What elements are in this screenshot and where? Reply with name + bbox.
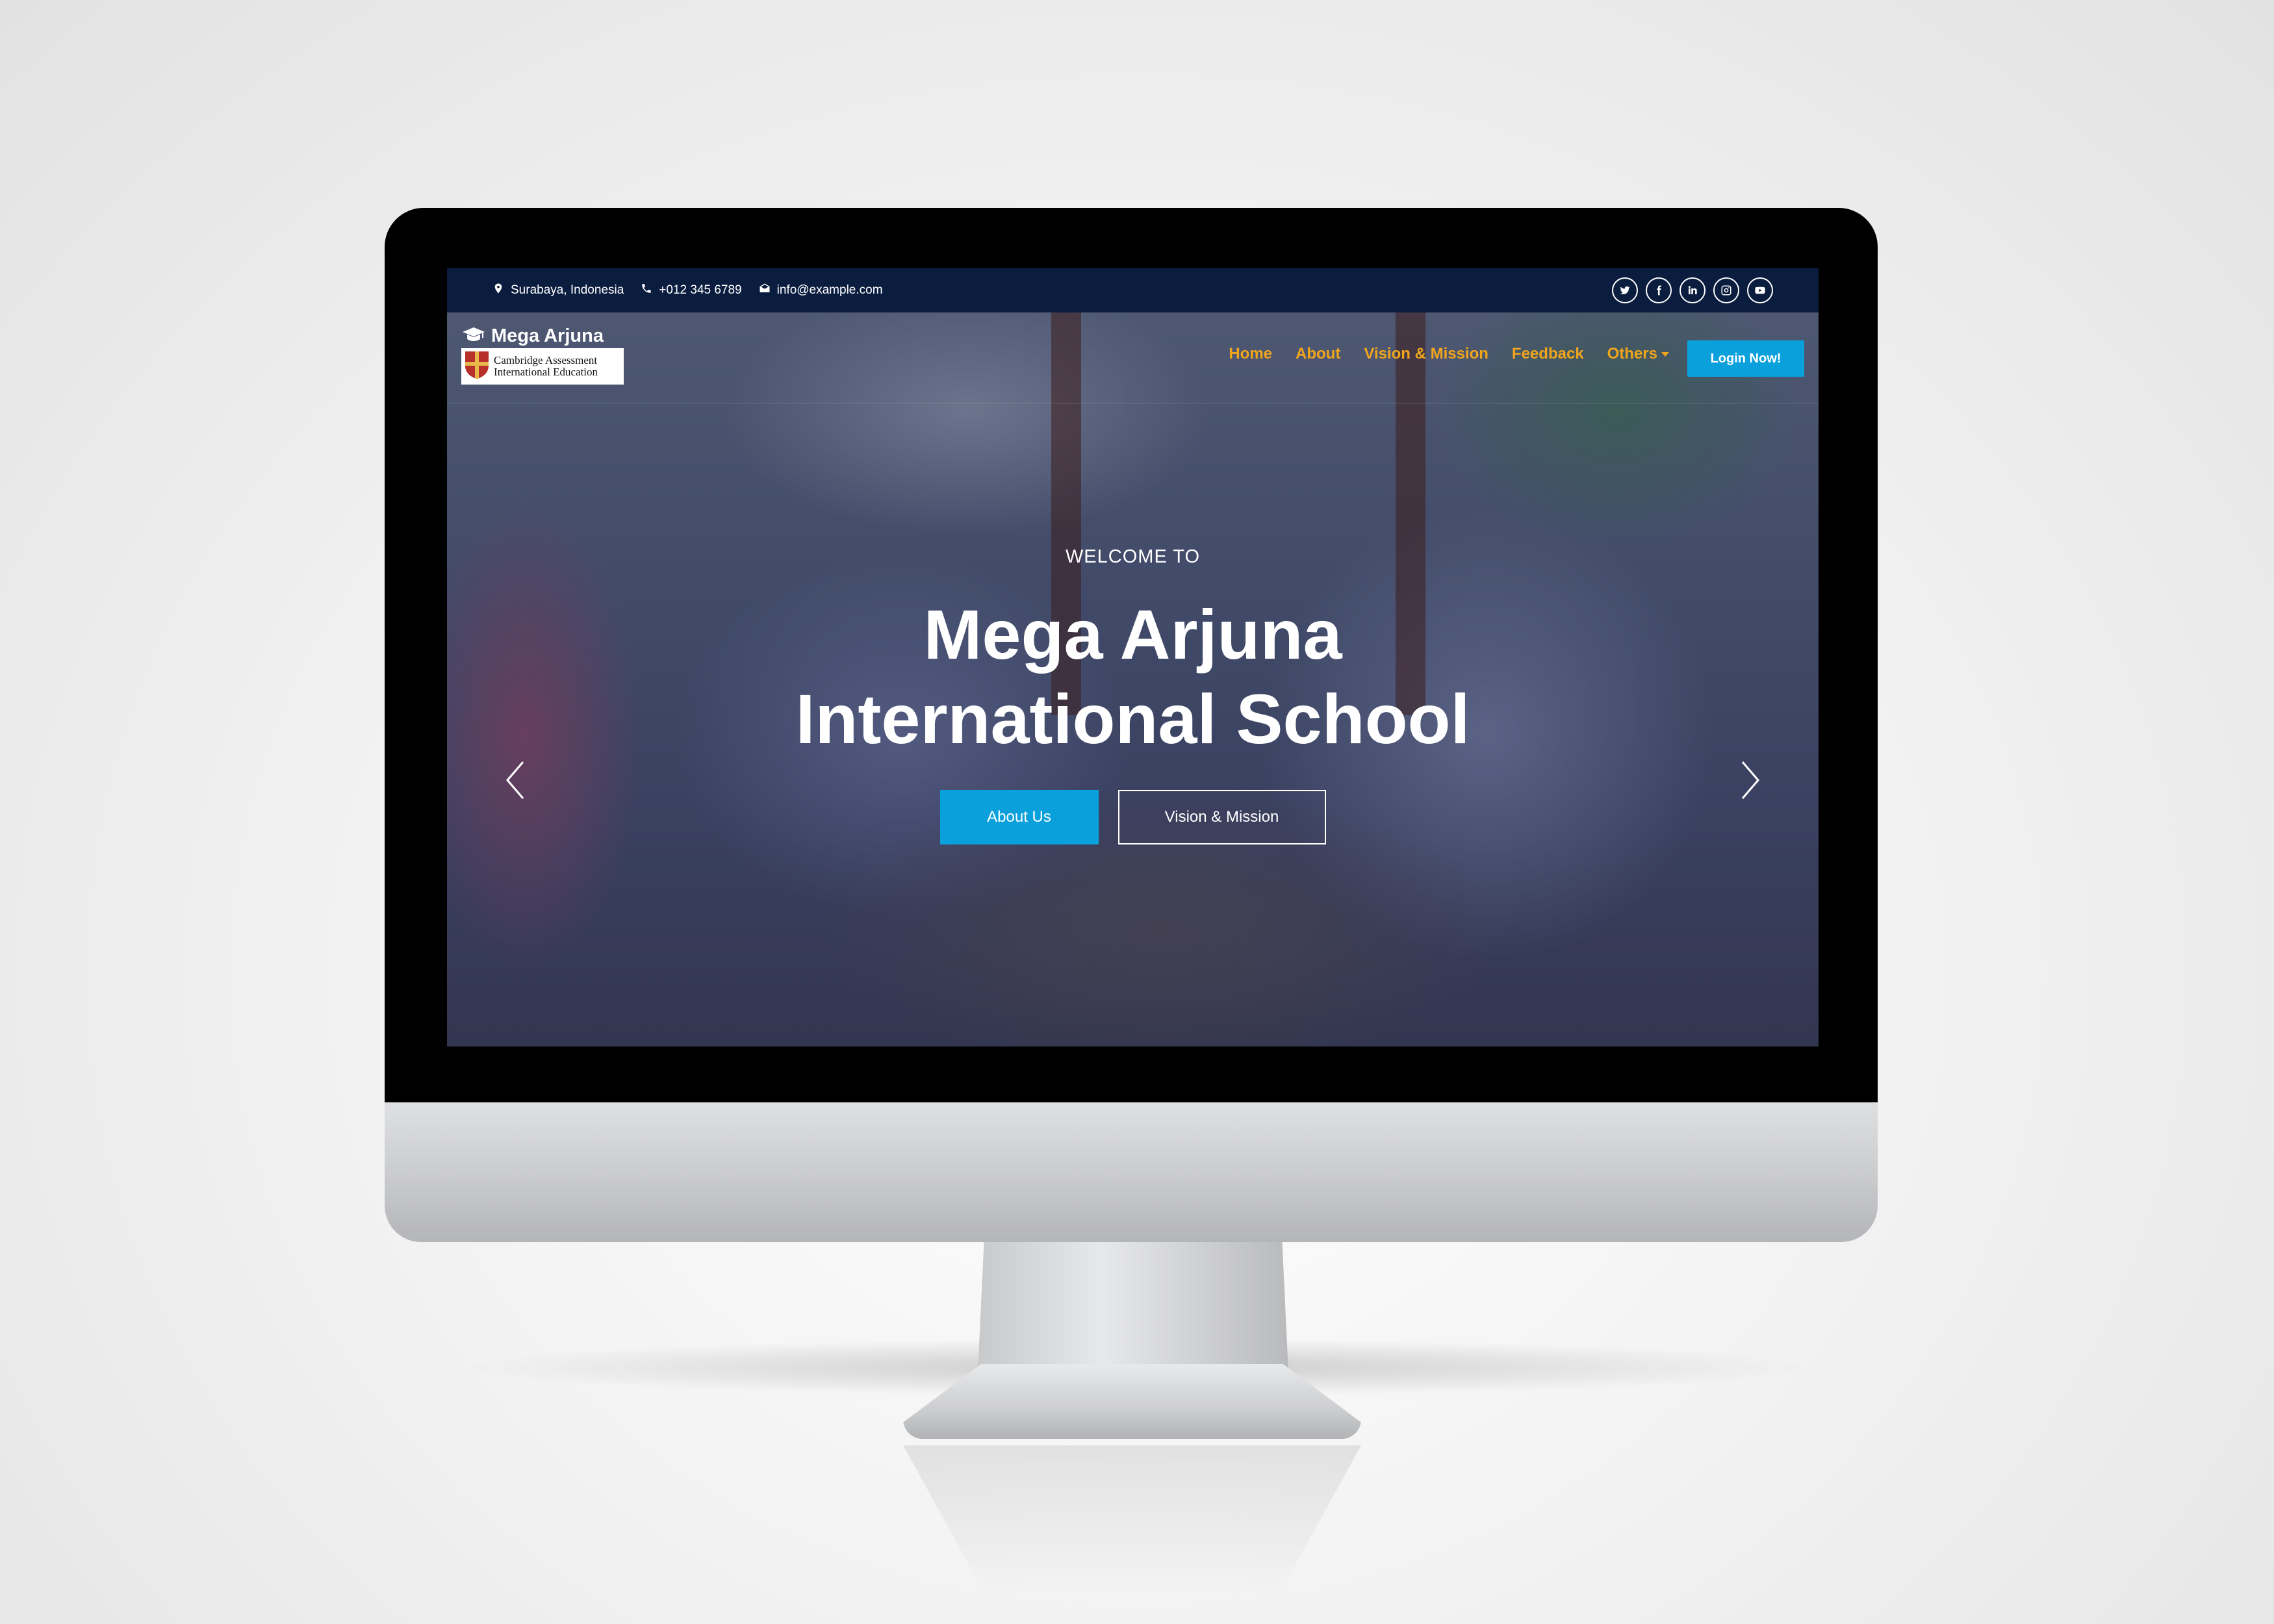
hero-title-line1: Mega Arjuna bbox=[923, 595, 1342, 674]
about-us-button[interactable]: About Us bbox=[939, 790, 1099, 844]
nav-item-vision-mission[interactable]: Vision & Mission bbox=[1364, 345, 1488, 363]
linkedin-icon[interactable] bbox=[1680, 277, 1706, 303]
hero-title: Mega Arjuna International School bbox=[447, 592, 1819, 761]
nav-menu: Home About Vision & Mission Feedback Oth… bbox=[1229, 345, 1669, 363]
twitter-icon[interactable] bbox=[1612, 277, 1638, 303]
youtube-icon[interactable] bbox=[1747, 277, 1773, 303]
instagram-icon[interactable] bbox=[1713, 277, 1739, 303]
logo-name: Mega Arjuna bbox=[491, 325, 604, 346]
logo-title: Mega Arjuna bbox=[463, 325, 627, 347]
main-navbar: Mega Arjuna Cambridge Assessment Interna… bbox=[447, 312, 1819, 403]
facebook-icon[interactable] bbox=[1646, 277, 1672, 303]
monitor-stand-base bbox=[903, 1364, 1361, 1439]
cambridge-text: Cambridge Assessment International Educa… bbox=[494, 355, 598, 378]
nav-item-others[interactable]: Others bbox=[1607, 345, 1669, 363]
top-contact-bar: Surabaya, Indonesia +012 345 6789 info@e… bbox=[447, 268, 1819, 312]
nav-item-others-label: Others bbox=[1607, 345, 1657, 362]
hero-content: WELCOME TO Mega Arjuna International Sch… bbox=[447, 546, 1819, 844]
cambridge-badge: Cambridge Assessment International Educa… bbox=[461, 348, 624, 385]
hero-title-line2: International School bbox=[795, 679, 1470, 758]
website-screen: Surabaya, Indonesia +012 345 6789 info@e… bbox=[447, 268, 1819, 1047]
monitor-chin bbox=[385, 1102, 1878, 1242]
email-text: info@example.com bbox=[776, 283, 883, 297]
nav-item-home[interactable]: Home bbox=[1229, 345, 1272, 363]
nav-item-feedback[interactable]: Feedback bbox=[1512, 345, 1584, 363]
login-button[interactable]: Login Now! bbox=[1687, 340, 1804, 377]
shield-icon bbox=[464, 350, 490, 383]
site-logo[interactable]: Mega Arjuna Cambridge Assessment Interna… bbox=[461, 325, 627, 385]
monitor-stand-neck bbox=[978, 1242, 1288, 1372]
phone-text: +012 345 6789 bbox=[659, 283, 742, 297]
hero-eyebrow: WELCOME TO bbox=[1065, 546, 1201, 567]
social-links bbox=[1612, 277, 1773, 303]
location-contact: Surabaya, Indonesia bbox=[492, 283, 624, 298]
phone-contact[interactable]: +012 345 6789 bbox=[641, 283, 742, 298]
contact-info: Surabaya, Indonesia +012 345 6789 info@e… bbox=[492, 283, 883, 298]
location-text: Surabaya, Indonesia bbox=[511, 283, 624, 297]
phone-icon bbox=[641, 283, 652, 298]
cambridge-line1: Cambridge Assessment bbox=[494, 354, 598, 366]
hero-cta-row: About Us Vision & Mission bbox=[447, 790, 1819, 844]
monitor-bezel: Surabaya, Indonesia +012 345 6789 info@e… bbox=[385, 208, 1878, 1102]
envelope-icon bbox=[759, 283, 771, 298]
cambridge-line2: International Education bbox=[494, 366, 598, 378]
nav-item-about[interactable]: About bbox=[1296, 345, 1340, 363]
email-contact[interactable]: info@example.com bbox=[759, 283, 883, 298]
map-pin-icon bbox=[492, 283, 504, 298]
stand-reflection bbox=[903, 1445, 1361, 1595]
caret-down-icon bbox=[1661, 351, 1669, 357]
monitor: Surabaya, Indonesia +012 345 6789 info@e… bbox=[385, 208, 1878, 1242]
vision-mission-button[interactable]: Vision & Mission bbox=[1118, 790, 1326, 844]
hero-slider: Mega Arjuna Cambridge Assessment Interna… bbox=[447, 312, 1819, 1047]
graduation-cap-icon bbox=[463, 325, 485, 347]
